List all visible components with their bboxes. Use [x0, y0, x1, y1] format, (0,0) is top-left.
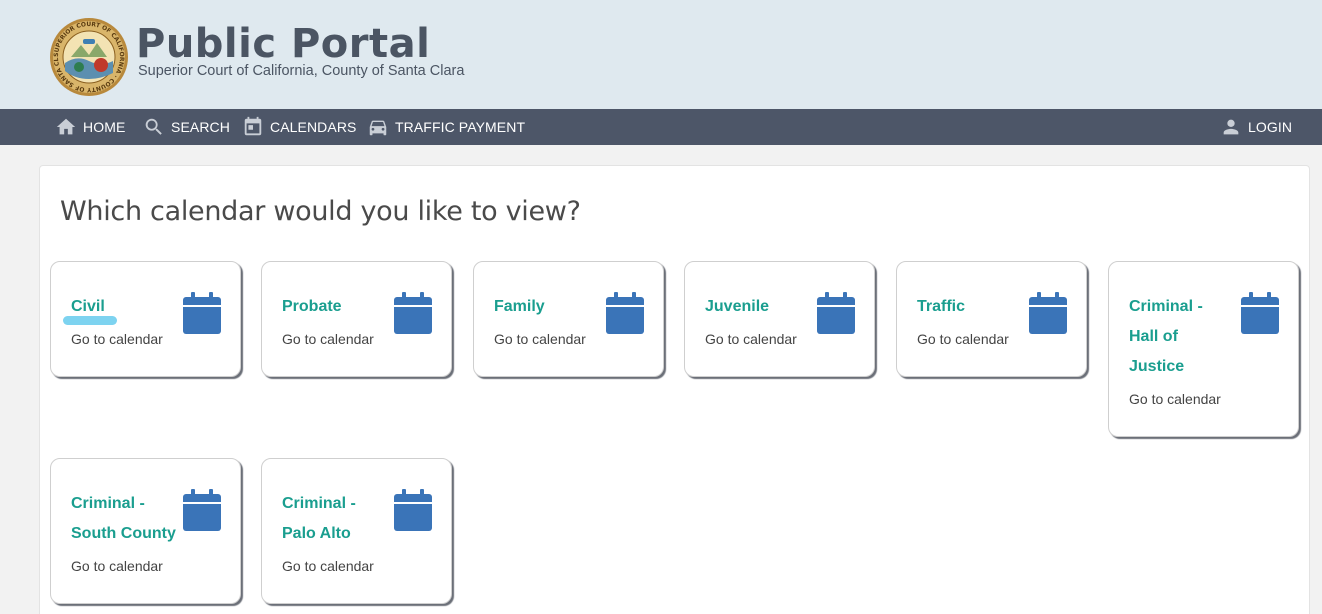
nav-traffic-payment[interactable]: TRAFFIC PAYMENT — [367, 109, 525, 145]
go-to-calendar-link[interactable]: Go to calendar — [705, 331, 797, 347]
calendar-card-juvenile[interactable]: Juvenile Go to calendar — [684, 261, 875, 377]
calendar-icon — [183, 292, 221, 334]
calendar-icon — [244, 116, 262, 136]
calendar-card-criminal-palo-alto[interactable]: Criminal - Palo Alto Go to calendar — [261, 458, 452, 604]
calendar-card-criminal-hall-of-justice[interactable]: Criminal - Hall of Justice Go to calenda… — [1108, 261, 1299, 437]
search-icon — [145, 118, 162, 135]
go-to-calendar-link[interactable]: Go to calendar — [494, 331, 586, 347]
nav-login-label: LOGIN — [1248, 119, 1293, 135]
court-seal-logo: SUPERIOR COURT OF CALIFORNIA · COUNTY OF… — [49, 17, 128, 96]
calendar-card-family[interactable]: Family Go to calendar — [473, 261, 664, 377]
calendar-icon — [1029, 292, 1067, 334]
card-title: Criminal - Palo Alto — [282, 495, 356, 542]
calendar-icon — [394, 489, 432, 531]
user-icon — [1223, 119, 1239, 135]
portal-title: Public Portal — [136, 21, 431, 67]
card-title: Juvenile — [705, 298, 770, 315]
calendar-card-probate[interactable]: Probate Go to calendar — [261, 261, 452, 377]
calendar-card-criminal-south-county[interactable]: Criminal - South County Go to calendar — [50, 458, 241, 604]
nav-calendars[interactable]: CALENDARS — [242, 109, 356, 145]
portal-subtitle: Superior Court of California, County of … — [138, 63, 465, 79]
nav-home-label: HOME — [83, 119, 126, 135]
go-to-calendar-link[interactable]: Go to calendar — [71, 331, 163, 347]
nav-traffic-payment-label: TRAFFIC PAYMENT — [395, 119, 526, 135]
nav-home[interactable]: HOME — [55, 109, 125, 145]
calendar-card-traffic[interactable]: Traffic Go to calendar — [896, 261, 1087, 377]
nav-search-label: SEARCH — [171, 119, 230, 135]
home-icon — [56, 118, 76, 135]
go-to-calendar-link[interactable]: Go to calendar — [282, 331, 374, 347]
go-to-calendar-link[interactable]: Go to calendar — [917, 331, 1009, 347]
card-title: Family — [494, 298, 545, 315]
go-to-calendar-link[interactable]: Go to calendar — [282, 558, 374, 574]
calendar-icon — [1241, 292, 1279, 334]
go-to-calendar-link[interactable]: Go to calendar — [71, 558, 163, 574]
main-navbar: HOME SEARCH CALENDARS TRAFFIC PAYMENT LO… — [0, 109, 1322, 145]
card-title: Criminal - South County — [71, 495, 176, 542]
nav-search[interactable]: SEARCH — [143, 109, 230, 145]
nav-calendars-label: CALENDARS — [270, 119, 357, 135]
calendar-icon — [183, 489, 221, 531]
card-title: Criminal - Hall of Justice — [1129, 298, 1203, 375]
calendar-card-civil[interactable]: Civil Go to calendar — [50, 261, 241, 377]
go-to-calendar-link[interactable]: Go to calendar — [1129, 391, 1221, 407]
card-title: Probate — [282, 298, 342, 315]
page-header: SUPERIOR COURT OF CALIFORNIA · COUNTY OF… — [0, 0, 1322, 109]
calendar-icon — [394, 292, 432, 334]
card-title: Civil — [71, 298, 105, 315]
card-title: Traffic — [917, 298, 966, 315]
page-title: Which calendar would you like to view? — [60, 196, 581, 227]
calendar-icon — [817, 292, 855, 334]
car-icon — [369, 120, 387, 136]
nav-login[interactable]: LOGIN — [1220, 109, 1292, 145]
calendar-icon — [606, 292, 644, 334]
